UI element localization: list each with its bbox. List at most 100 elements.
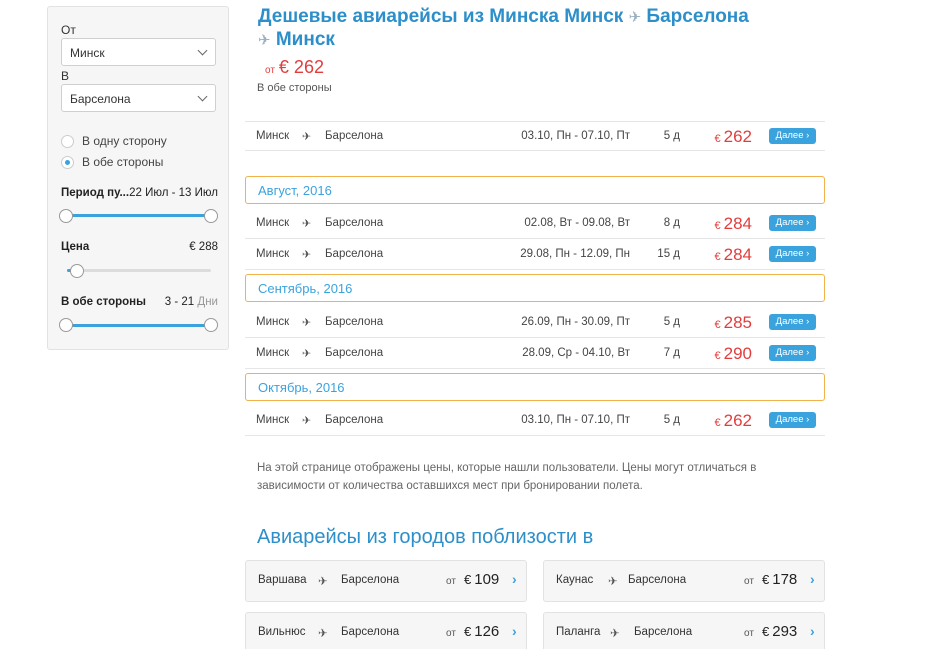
- period-filter-value: 22 Июл - 13 Июл: [129, 187, 218, 199]
- route-plane-icon: ✈: [302, 415, 311, 427]
- duration-slider-min-handle[interactable]: [59, 318, 73, 332]
- flight-row[interactable]: Минск ✈ Барселона 02.08, Вт - 09.08, Вт …: [245, 209, 825, 239]
- next-chevron-icon: ›: [806, 316, 810, 327]
- next-button-label: Далее: [775, 130, 804, 141]
- route-plane-icon: ✈: [302, 317, 311, 329]
- route-plane-icon: ✈: [302, 131, 311, 143]
- flight-duration: 5 д: [663, 316, 680, 328]
- from-select[interactable]: Минск: [61, 38, 216, 66]
- to-select-value: Барселона: [70, 92, 131, 106]
- next-button[interactable]: Далее ›: [769, 128, 816, 144]
- flight-row[interactable]: Минск ✈ Барселона 29.08, Пн - 12.09, Пн …: [245, 240, 825, 270]
- nearby-origin: Варшава: [258, 574, 307, 586]
- flight-price: €262: [710, 127, 753, 147]
- nearby-currency: €: [464, 572, 472, 587]
- flight-dates: 02.08, Вт - 09.08, Вт: [524, 217, 630, 229]
- nearby-price-prefix: от: [744, 628, 754, 639]
- next-button[interactable]: Далее ›: [769, 314, 816, 330]
- duration-filter-header: В обе стороны 3 - 21 Дни: [61, 296, 218, 308]
- flight-row[interactable]: Минск ✈ Барселона 28.09, Ср - 04.10, Вт …: [245, 339, 825, 369]
- flight-dates: 28.09, Ср - 04.10, Вт: [522, 347, 630, 359]
- trip-type-round-trip-label: В обе стороны: [82, 155, 164, 169]
- nearby-card[interactable]: Варшава ✈ Барселона от €109 ›: [245, 560, 527, 602]
- nearby-price-value: 293: [772, 623, 798, 640]
- next-chevron-icon: ›: [806, 217, 810, 228]
- flight-origin: Минск: [256, 248, 290, 260]
- price-filter-title: Цена: [61, 241, 90, 253]
- chevron-down-icon: [197, 45, 208, 56]
- flight-currency: €: [714, 417, 721, 429]
- next-button[interactable]: Далее ›: [769, 345, 816, 361]
- flight-origin: Минск: [256, 316, 290, 328]
- flight-origin: Минск: [256, 130, 290, 142]
- radio-round-trip[interactable]: [61, 155, 74, 169]
- duration-slider-max-handle[interactable]: [204, 318, 218, 332]
- nearby-section-title: Авиарейсы из городов поблизости в: [257, 526, 594, 548]
- next-button[interactable]: Далее ›: [769, 412, 816, 428]
- page-title-part3: Минск: [275, 29, 335, 50]
- flight-row[interactable]: Минск ✈ Барселона 03.10, Пн - 07.10, Пт …: [245, 406, 825, 436]
- flight-destination: Барселона: [325, 414, 384, 426]
- nearby-price-value: 178: [772, 571, 798, 588]
- period-slider-track[interactable]: [67, 214, 211, 217]
- nearby-card[interactable]: Паланга ✈ Барселона от €293 ›: [543, 612, 825, 649]
- next-button-label: Далее: [775, 347, 804, 358]
- nearby-card[interactable]: Вильнюс ✈ Барселона от €126 ›: [245, 612, 527, 649]
- nearby-price-value: 126: [474, 623, 500, 640]
- route-plane-icon: ✈: [610, 628, 619, 640]
- flight-price-value: 285: [723, 313, 752, 332]
- duration-slider-track[interactable]: [67, 324, 211, 327]
- period-filter-header: Период пу... 22 Июл - 13 Июл: [61, 187, 218, 199]
- price-slider-track[interactable]: [67, 269, 211, 272]
- route-plane-icon: ✈: [318, 628, 327, 640]
- flight-price-value: 262: [723, 127, 752, 146]
- flight-row[interactable]: Минск ✈ Барселона 26.09, Пн - 30.09, Пт …: [245, 308, 825, 338]
- nearby-price: €109: [464, 571, 499, 588]
- next-button[interactable]: Далее ›: [769, 215, 816, 231]
- flight-currency: €: [714, 350, 721, 362]
- nearby-currency: €: [762, 572, 770, 587]
- flight-dates: 26.09, Пн - 30.09, Пт: [521, 316, 630, 328]
- nearby-destination: Барселона: [634, 626, 693, 638]
- chevron-right-icon: ›: [512, 623, 517, 639]
- flight-destination: Барселона: [325, 130, 384, 142]
- flight-price: €285: [710, 313, 753, 333]
- flight-price-value: 284: [723, 214, 752, 233]
- flight-currency: €: [714, 319, 721, 331]
- nearby-price: €293: [762, 623, 797, 640]
- flight-origin: Минск: [256, 414, 290, 426]
- flight-price: €262: [710, 411, 753, 431]
- to-select[interactable]: Барселона: [61, 84, 216, 112]
- month-header-august: Август, 2016: [245, 176, 825, 204]
- route-plane-icon: ✈: [608, 576, 617, 588]
- price-slider-handle[interactable]: [70, 264, 84, 278]
- nearby-price: €178: [762, 571, 797, 588]
- nearby-card[interactable]: Каунас ✈ Барселона от €178 ›: [543, 560, 825, 602]
- period-slider-min-handle[interactable]: [59, 209, 73, 223]
- nearby-destination: Барселона: [628, 574, 687, 586]
- page-title-part2: Барселона: [646, 6, 749, 27]
- next-button-label: Далее: [775, 414, 804, 425]
- period-slider-max-handle[interactable]: [204, 209, 218, 223]
- plane-icon: ✈: [628, 9, 642, 26]
- trip-type-round-trip[interactable]: В обе стороны: [61, 154, 163, 170]
- price-filter-header: Цена € 288: [61, 241, 218, 253]
- flight-duration: 7 д: [663, 347, 680, 359]
- next-button[interactable]: Далее ›: [769, 246, 816, 262]
- flight-row[interactable]: Минск ✈ Барселона 03.10, Пн - 07.10, Пт …: [245, 121, 825, 151]
- header-price-value: € 262: [278, 57, 324, 77]
- next-button-label: Далее: [775, 217, 804, 228]
- nearby-currency: €: [762, 624, 770, 639]
- nearby-origin: Каунас: [556, 574, 594, 586]
- trip-type-one-way[interactable]: В одну сторону: [61, 133, 167, 149]
- nearby-origin: Вильнюс: [258, 626, 306, 638]
- flight-destination: Барселона: [325, 347, 384, 359]
- radio-one-way[interactable]: [61, 134, 74, 148]
- price-disclaimer: На этой странице отображены цены, которы…: [257, 462, 757, 492]
- flight-duration: 5 д: [663, 414, 680, 426]
- nearby-destination: Барселона: [341, 626, 400, 638]
- plane-icon: ✈: [258, 32, 271, 49]
- month-header-october: Октябрь, 2016: [245, 373, 825, 401]
- header-price-prefix: от: [265, 65, 275, 76]
- flight-price-value: 284: [723, 245, 752, 264]
